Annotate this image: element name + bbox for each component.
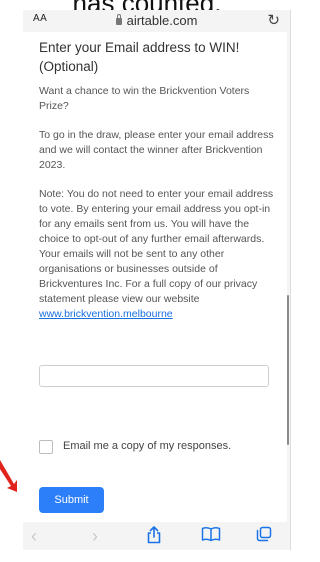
lock-icon bbox=[115, 14, 122, 25]
page: nas counted. AA airtable.com ↻ Enter you… bbox=[0, 0, 294, 562]
reload-icon[interactable]: ↻ bbox=[267, 11, 280, 29]
copy-responses-checkbox[interactable] bbox=[39, 440, 53, 454]
note-text: Note: You do not need to enter your emai… bbox=[39, 188, 274, 305]
description-paragraph-2: To go in the draw, please enter your ema… bbox=[39, 129, 274, 171]
tabs-icon-graphic bbox=[256, 526, 272, 542]
url-text: airtable.com bbox=[126, 13, 198, 28]
privacy-link[interactable]: www.brickvention.melbourne bbox=[39, 308, 173, 320]
email-input[interactable] bbox=[39, 365, 269, 387]
form-content: Enter your Email address to WIN! (Option… bbox=[23, 32, 287, 522]
question-title: Enter your Email address to WIN! (Option… bbox=[39, 40, 240, 74]
bookmarks-icon[interactable] bbox=[201, 526, 221, 546]
description-paragraph-1: Want a chance to win the Brickvention Vo… bbox=[39, 85, 250, 112]
scrollbar[interactable] bbox=[287, 295, 289, 445]
forward-icon[interactable]: › bbox=[92, 526, 98, 546]
tabs-icon[interactable] bbox=[256, 526, 272, 546]
phone-screen: AA airtable.com ↻ Enter your Email addre… bbox=[23, 10, 291, 550]
bookmarks-icon-graphic bbox=[201, 527, 221, 542]
description-paragraph-3: Note: You do not need to enter your emai… bbox=[39, 187, 274, 322]
submit-button[interactable]: Submit bbox=[39, 487, 104, 513]
browser-toolbar: ‹ › bbox=[23, 522, 290, 550]
share-icon-graphic bbox=[147, 526, 161, 544]
copy-responses-label[interactable]: Email me a copy of my responses. bbox=[63, 440, 231, 452]
share-icon[interactable] bbox=[146, 526, 162, 548]
red-arrow-icon bbox=[0, 460, 17, 492]
address-bar[interactable]: AA airtable.com ↻ bbox=[23, 10, 290, 32]
url-display[interactable]: airtable.com bbox=[23, 13, 290, 28]
back-icon[interactable]: ‹ bbox=[31, 526, 37, 546]
